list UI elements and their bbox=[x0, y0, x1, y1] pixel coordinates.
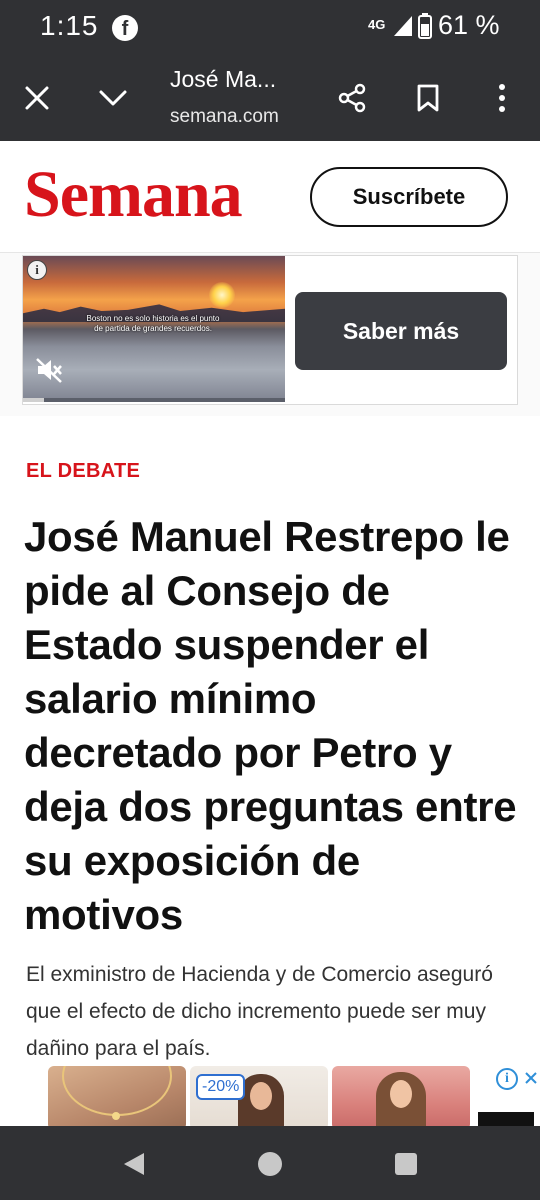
battery-percentage: 61 % bbox=[438, 10, 500, 40]
status-bar: 1:15 f 4G 61 % bbox=[0, 0, 540, 56]
site-header: Semana Suscríbete bbox=[0, 141, 540, 253]
ad-banner: Boston no es solo historia es el punto d… bbox=[0, 253, 540, 416]
ad-product-dress[interactable]: -20% bbox=[190, 1066, 328, 1126]
semana-logo[interactable]: Semana bbox=[24, 159, 243, 231]
more-vert-icon bbox=[499, 84, 505, 112]
ad-container[interactable]: Boston no es solo historia es el punto d… bbox=[22, 255, 518, 405]
more-options-button[interactable] bbox=[480, 76, 524, 120]
battery-icon bbox=[418, 13, 432, 39]
ad-product-necklace[interactable] bbox=[48, 1066, 186, 1126]
ad-overlay-text: Boston no es solo historia es el punto d… bbox=[86, 314, 220, 333]
close-icon bbox=[25, 86, 49, 110]
sunset-sun bbox=[209, 282, 235, 308]
recents-button[interactable] bbox=[388, 1146, 424, 1182]
close-tab-button[interactable] bbox=[15, 76, 59, 120]
adchoices-icon[interactable]: i bbox=[496, 1068, 518, 1090]
video-progress-fill bbox=[23, 398, 44, 402]
status-time: 1:15 bbox=[40, 10, 99, 41]
network-label: 4G bbox=[368, 17, 386, 32]
share-icon bbox=[338, 83, 366, 113]
section-label[interactable]: EL DEBATE bbox=[26, 460, 140, 483]
model-face bbox=[390, 1080, 412, 1108]
home-icon bbox=[258, 1152, 282, 1176]
ad-cta-button[interactable]: Saber más bbox=[295, 292, 507, 370]
ad-product-top[interactable] bbox=[332, 1066, 470, 1126]
bookmark-icon bbox=[417, 84, 439, 112]
chevron-down-icon bbox=[99, 90, 127, 106]
close-ad-icon[interactable] bbox=[524, 1066, 538, 1090]
ad-dark-block bbox=[478, 1112, 534, 1126]
article-summary: El exministro de Hacienda y de Comercio … bbox=[26, 963, 493, 1060]
subscribe-button[interactable]: Suscríbete bbox=[310, 167, 508, 227]
video-progress-bar[interactable] bbox=[23, 398, 285, 402]
share-button[interactable] bbox=[330, 76, 374, 120]
bookmark-button[interactable] bbox=[406, 76, 450, 120]
ad-info-icon[interactable]: i bbox=[27, 260, 47, 280]
bottom-ad-banner[interactable]: -20% i bbox=[0, 1060, 540, 1126]
system-nav-bar bbox=[0, 1126, 540, 1200]
page-title: José Ma... bbox=[170, 66, 277, 92]
model-face bbox=[250, 1082, 272, 1110]
minimize-button[interactable] bbox=[91, 76, 135, 120]
ad-video[interactable]: Boston no es solo historia es el punto d… bbox=[23, 256, 285, 402]
facebook-icon: f bbox=[112, 15, 138, 41]
back-button[interactable] bbox=[116, 1146, 152, 1182]
necklace-pendant bbox=[112, 1112, 120, 1120]
article-headline: José Manuel Restrepo le pide al Consejo … bbox=[24, 513, 517, 938]
necklace-chain bbox=[62, 1066, 172, 1116]
home-button[interactable] bbox=[252, 1146, 288, 1182]
back-icon bbox=[124, 1153, 144, 1175]
browser-toolbar: José Ma... semana.com bbox=[0, 56, 540, 141]
recents-icon bbox=[395, 1153, 417, 1175]
discount-badge: -20% bbox=[196, 1074, 246, 1100]
mute-icon[interactable] bbox=[35, 356, 63, 384]
signal-icon bbox=[394, 16, 412, 36]
page-url: semana.com bbox=[170, 106, 279, 127]
